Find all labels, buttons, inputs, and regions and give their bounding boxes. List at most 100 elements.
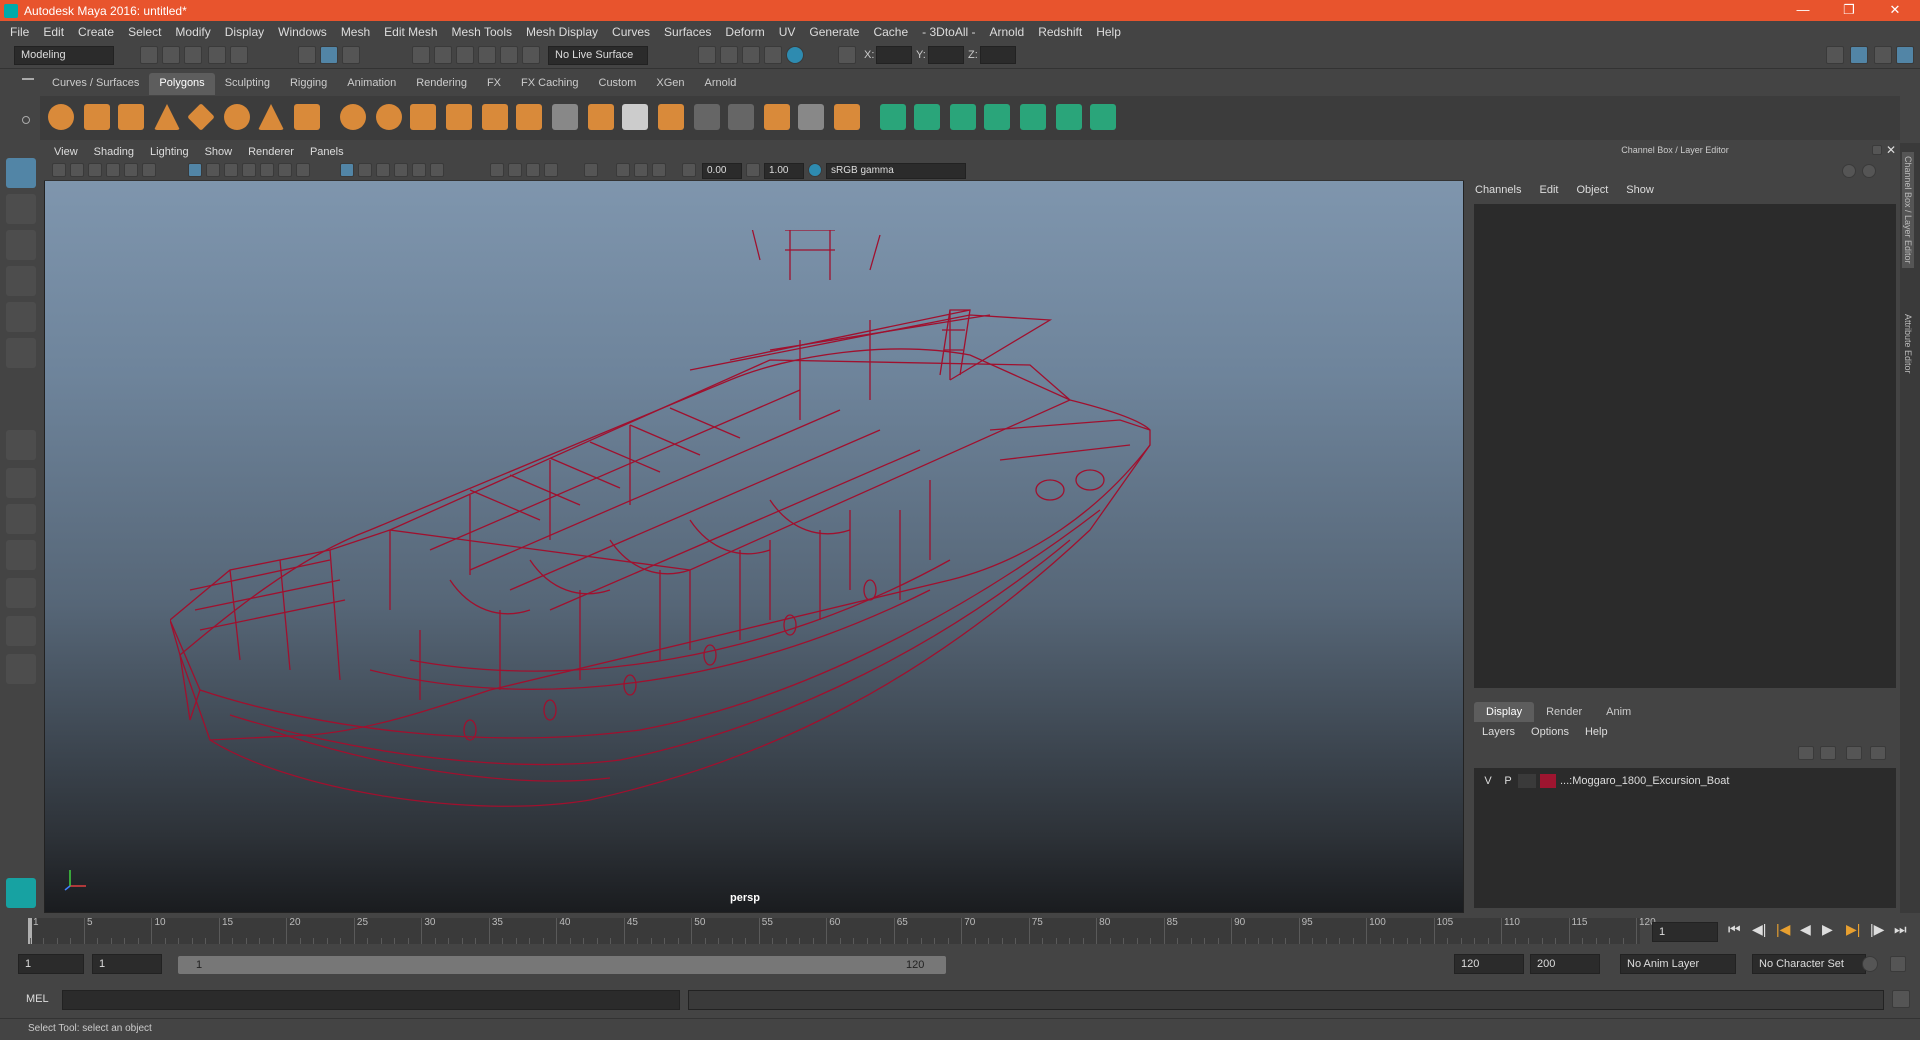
snap-live-icon[interactable] bbox=[500, 46, 518, 64]
snap-view-plane-icon[interactable] bbox=[478, 46, 496, 64]
x-field[interactable] bbox=[876, 46, 912, 64]
image-plane-icon[interactable] bbox=[106, 163, 120, 177]
checker-icon[interactable] bbox=[1056, 104, 1082, 130]
multi-cut-icon[interactable] bbox=[552, 104, 578, 130]
menu-generate[interactable]: Generate bbox=[809, 25, 859, 39]
extract-icon[interactable] bbox=[834, 104, 860, 130]
bridge-icon[interactable] bbox=[516, 104, 542, 130]
bevel-icon[interactable] bbox=[588, 104, 614, 130]
auto-key-icon[interactable] bbox=[1862, 956, 1878, 972]
tab-rigging[interactable]: Rigging bbox=[280, 73, 337, 95]
gamma-icon[interactable] bbox=[746, 163, 760, 177]
render-current-icon[interactable] bbox=[720, 46, 738, 64]
extrude-icon[interactable] bbox=[482, 104, 508, 130]
modeling-toolkit-icon[interactable] bbox=[1826, 46, 1844, 64]
snap-point-icon[interactable] bbox=[456, 46, 474, 64]
render-view-icon[interactable] bbox=[698, 46, 716, 64]
paint-select-tool-icon[interactable] bbox=[6, 230, 36, 260]
open-scene-icon[interactable] bbox=[162, 46, 180, 64]
gate-mask-icon[interactable] bbox=[242, 163, 256, 177]
menu-mesh-tools[interactable]: Mesh Tools bbox=[452, 25, 512, 39]
safe-title-icon[interactable] bbox=[296, 163, 310, 177]
camera-select-icon[interactable] bbox=[52, 163, 66, 177]
menu-arnold[interactable]: Arnold bbox=[990, 25, 1025, 39]
step-forward-key-icon[interactable]: ▶| bbox=[1846, 921, 1860, 938]
tab-arnold[interactable]: Arnold bbox=[695, 73, 747, 95]
vp-menu-shading[interactable]: Shading bbox=[94, 146, 134, 158]
step-back-frame-icon[interactable]: ◀| bbox=[1752, 921, 1766, 938]
range-slider[interactable] bbox=[178, 956, 946, 974]
mel-label[interactable]: MEL bbox=[26, 993, 49, 1005]
redo-icon[interactable] bbox=[230, 46, 248, 64]
xray-active-components-icon[interactable] bbox=[634, 163, 648, 177]
menu-edit[interactable]: Edit bbox=[43, 25, 64, 39]
gamma-field[interactable]: 1.00 bbox=[764, 163, 804, 179]
vp-menu-renderer[interactable]: Renderer bbox=[248, 146, 294, 158]
color-management-icon[interactable] bbox=[808, 163, 822, 177]
live-surface-field[interactable]: No Live Surface bbox=[548, 46, 648, 65]
vp-menu-view[interactable]: View bbox=[54, 146, 78, 158]
tab-sculpting[interactable]: Sculpting bbox=[215, 73, 280, 95]
mirror-icon[interactable] bbox=[410, 104, 436, 130]
tab-render[interactable]: Render bbox=[1534, 702, 1594, 722]
field-chart-icon[interactable] bbox=[260, 163, 274, 177]
layer-row[interactable]: V P ...:Moggaro_1800_Excursion_Boat bbox=[1478, 772, 1892, 790]
unfold-uv-icon[interactable] bbox=[1090, 104, 1116, 130]
menu-help[interactable]: Help bbox=[1096, 25, 1121, 39]
cb-menu-show[interactable]: Show bbox=[1626, 184, 1654, 196]
poly-cube-icon[interactable] bbox=[84, 104, 110, 130]
select-tool-icon[interactable] bbox=[6, 158, 36, 188]
color-space-dropdown[interactable]: sRGB gamma bbox=[826, 163, 966, 179]
persp-uv-layout-icon[interactable] bbox=[6, 616, 36, 646]
menu-select[interactable]: Select bbox=[128, 25, 161, 39]
tab-fx-caching[interactable]: FX Caching bbox=[511, 73, 588, 95]
mode-dropdown[interactable]: Modeling bbox=[14, 46, 114, 65]
exposure-field[interactable]: 0.00 bbox=[702, 163, 742, 179]
le-menu-help[interactable]: Help bbox=[1585, 726, 1608, 738]
hypershade-icon[interactable] bbox=[786, 46, 804, 64]
cylindrical-uv-icon[interactable] bbox=[914, 104, 940, 130]
step-forward-frame-icon[interactable]: |▶ bbox=[1870, 921, 1884, 938]
insert-edge-loop-icon[interactable] bbox=[694, 104, 720, 130]
le-menu-options[interactable]: Options bbox=[1531, 726, 1569, 738]
snap-curve-icon[interactable] bbox=[434, 46, 452, 64]
menu-file[interactable]: File bbox=[10, 25, 29, 39]
camera-attributes-icon[interactable] bbox=[70, 163, 84, 177]
isolate-select-icon[interactable] bbox=[584, 163, 598, 177]
tab-anim[interactable]: Anim bbox=[1594, 702, 1643, 722]
channel-box-toggle-icon[interactable] bbox=[1850, 46, 1868, 64]
boat-wireframe-model[interactable] bbox=[170, 230, 1250, 820]
resolution-gate-icon[interactable] bbox=[224, 163, 238, 177]
y-field[interactable] bbox=[928, 46, 964, 64]
layout-options-icon[interactable] bbox=[6, 654, 36, 684]
tab-xgen[interactable]: XGen bbox=[646, 73, 694, 95]
float-panel-icon[interactable] bbox=[1872, 145, 1882, 155]
animation-preferences-icon[interactable] bbox=[1890, 956, 1906, 972]
lasso-tool-icon[interactable] bbox=[6, 194, 36, 224]
offset-edge-loop-icon[interactable] bbox=[728, 104, 754, 130]
cb-menu-edit[interactable]: Edit bbox=[1539, 184, 1558, 196]
xray-joints-icon[interactable] bbox=[652, 163, 666, 177]
shelf-menu-icon[interactable] bbox=[22, 78, 34, 80]
render-settings-icon[interactable] bbox=[764, 46, 782, 64]
smooth-icon[interactable] bbox=[446, 104, 472, 130]
new-scene-icon[interactable] bbox=[140, 46, 158, 64]
select-by-object-icon[interactable] bbox=[320, 46, 338, 64]
menu-redshift[interactable]: Redshift bbox=[1038, 25, 1082, 39]
mel-input[interactable] bbox=[62, 990, 680, 1010]
tab-rendering[interactable]: Rendering bbox=[406, 73, 477, 95]
cb-menu-object[interactable]: Object bbox=[1576, 184, 1608, 196]
ipr-render-icon[interactable] bbox=[742, 46, 760, 64]
scale-tool-icon[interactable] bbox=[6, 338, 36, 368]
undo-icon[interactable] bbox=[208, 46, 226, 64]
character-set-dropdown[interactable]: No Character Set bbox=[1752, 954, 1866, 974]
menu-create[interactable]: Create bbox=[78, 25, 114, 39]
layer-type-toggle[interactable] bbox=[1518, 774, 1536, 788]
four-view-layout-icon[interactable] bbox=[6, 468, 36, 498]
start-time-field[interactable]: 1 bbox=[18, 954, 84, 974]
tab-custom[interactable]: Custom bbox=[589, 73, 647, 95]
transform-mode-icon[interactable] bbox=[838, 46, 856, 64]
menu-display[interactable]: Display bbox=[225, 25, 264, 39]
go-to-end-icon[interactable]: ⏭ bbox=[1894, 921, 1907, 938]
anim-layer-dropdown[interactable]: No Anim Layer bbox=[1620, 954, 1736, 974]
